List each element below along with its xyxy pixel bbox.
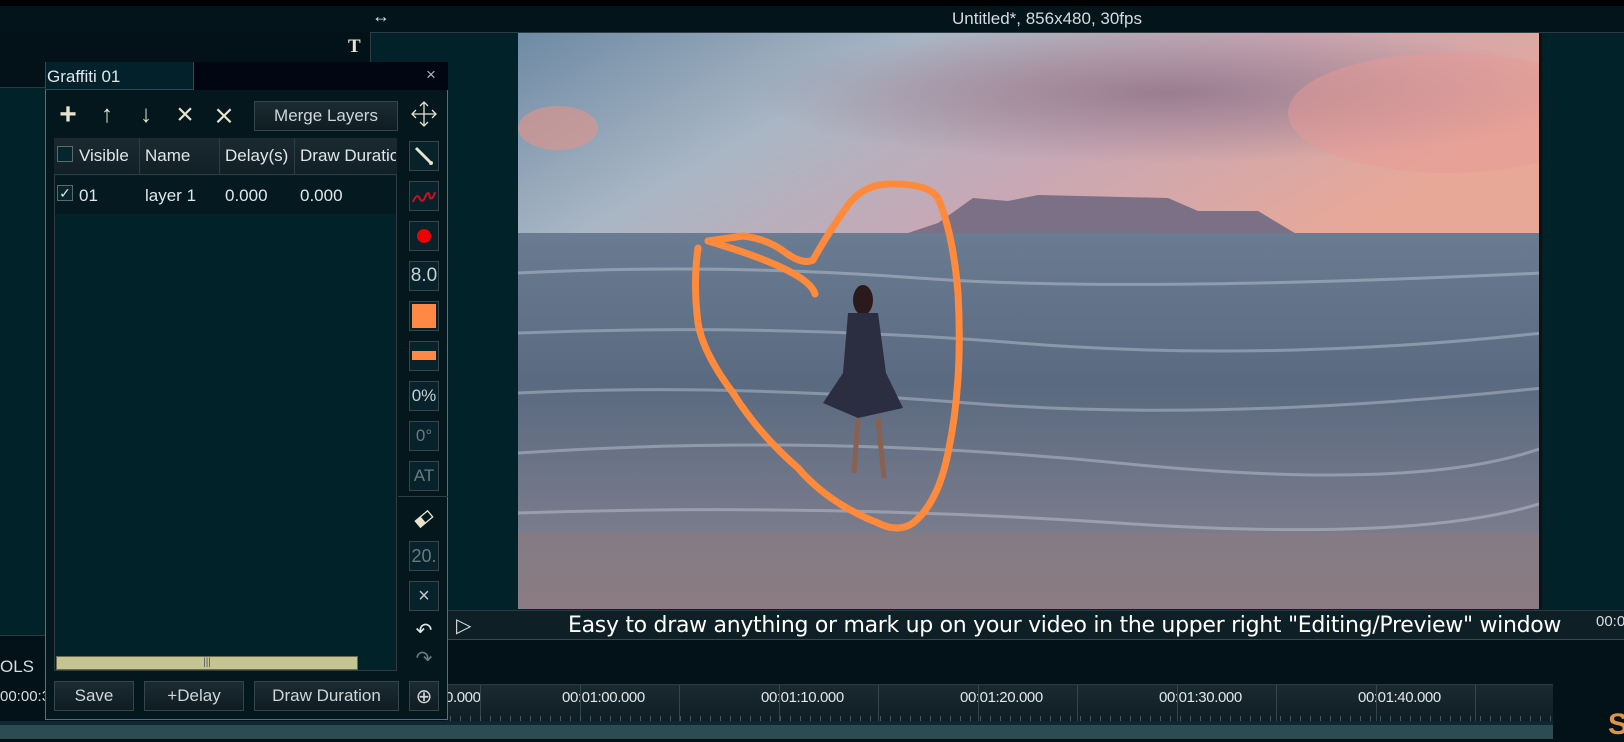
timeline-track[interactable] bbox=[0, 721, 1553, 739]
column-visible[interactable]: Visible bbox=[79, 146, 129, 166]
timeline-tick-label: 00:01:10.000 bbox=[761, 689, 844, 706]
delete-layer-icon[interactable]: × bbox=[170, 98, 200, 132]
timeline-major-tick bbox=[878, 685, 879, 722]
auto-text-field[interactable]: AT bbox=[409, 461, 439, 491]
undo-icon[interactable]: ↶ bbox=[409, 618, 439, 648]
column-delay[interactable]: Delay(s) bbox=[225, 146, 288, 166]
line-stroke bbox=[412, 191, 436, 203]
timeline-tick-label: 00:01:30.000 bbox=[1159, 689, 1242, 706]
timeline-tick-label: 00:01:20.000 bbox=[960, 689, 1043, 706]
cloud-left bbox=[518, 106, 598, 150]
freehand-line-icon[interactable] bbox=[409, 181, 439, 211]
move-down-icon[interactable]: ↓ bbox=[131, 98, 161, 132]
close-icon[interactable]: × bbox=[426, 65, 436, 85]
timeline-major-tick bbox=[1475, 685, 1476, 722]
tools-label: OLS bbox=[0, 657, 35, 676]
timeline-tick-label: 0.000 bbox=[445, 689, 481, 706]
timeline-tick-label: 00:01:40.000 bbox=[1358, 689, 1441, 706]
color-fill bbox=[412, 304, 436, 328]
draw-duration-button[interactable]: Draw Duration bbox=[254, 681, 399, 711]
rotation-field[interactable]: 0° bbox=[409, 421, 439, 451]
stroke-color-swatch[interactable] bbox=[409, 301, 439, 331]
text-tool-icon[interactable]: T bbox=[348, 36, 361, 58]
sand bbox=[518, 533, 1539, 609]
video-frame bbox=[518, 33, 1539, 609]
graffiti-tab-label: Graffiti 01 bbox=[47, 67, 121, 86]
timeline-major-tick bbox=[1077, 685, 1078, 722]
caption-text: Easy to draw anything or mark up on your… bbox=[568, 613, 1562, 638]
eraser-icon[interactable] bbox=[409, 505, 439, 535]
move-icon[interactable] bbox=[410, 100, 438, 128]
dot-color-icon[interactable] bbox=[409, 221, 439, 251]
add-layer-icon[interactable]: + bbox=[53, 98, 83, 132]
line-style-swatch[interactable] bbox=[409, 341, 439, 371]
brush-size-field[interactable]: 8.0 bbox=[409, 261, 439, 291]
panel-tab-strip bbox=[194, 62, 448, 90]
timeline-major-tick bbox=[1276, 685, 1277, 722]
select-all-checkbox[interactable] bbox=[57, 146, 73, 162]
add-circle-icon[interactable]: ⊕ bbox=[409, 681, 439, 711]
opacity-field[interactable]: 0% bbox=[409, 381, 439, 411]
timeline-major-tick bbox=[1177, 685, 1178, 722]
left-panel bbox=[0, 87, 45, 635]
layer-name: layer 1 bbox=[145, 186, 197, 205]
horizontal-scrollbar[interactable]: ||| bbox=[56, 656, 358, 670]
column-separator bbox=[294, 138, 295, 175]
add-delay-button[interactable]: +Delay bbox=[144, 681, 244, 711]
project-title: Untitled*, 856x480, 30fps bbox=[952, 9, 1142, 28]
resize-horizontal-icon[interactable]: ↔ bbox=[372, 6, 390, 27]
layers-table bbox=[54, 138, 397, 671]
redo-icon[interactable]: ↷ bbox=[409, 646, 439, 676]
save-button[interactable]: Save bbox=[54, 681, 134, 711]
move-up-icon[interactable]: ↑ bbox=[92, 98, 122, 132]
timeline-major-tick bbox=[1376, 685, 1377, 722]
timeline-tick-label: 00:01:00.000 bbox=[562, 689, 645, 706]
right-timecode: 00:0 bbox=[1596, 613, 1624, 630]
layer-delay: 0.000 bbox=[225, 186, 268, 205]
column-separator bbox=[219, 138, 220, 175]
clear-icon[interactable]: × bbox=[409, 581, 439, 611]
side-divider bbox=[398, 496, 448, 497]
video-preview[interactable] bbox=[518, 33, 1542, 609]
column-separator bbox=[139, 138, 140, 175]
brush-icon[interactable] bbox=[409, 141, 439, 171]
visible-checkbox[interactable]: ✓ bbox=[57, 185, 73, 201]
eraser-size-field[interactable]: 20. bbox=[409, 541, 439, 571]
left-timecode: 00:00:3 bbox=[0, 688, 51, 705]
layer-id: 01 bbox=[79, 186, 98, 205]
delete-all-layers-icon[interactable]: ⨯ bbox=[209, 98, 239, 132]
column-name[interactable]: Name bbox=[145, 146, 190, 166]
timeline-major-tick bbox=[978, 685, 979, 722]
merge-layers-button[interactable]: Merge Layers bbox=[254, 101, 398, 131]
line-style-fill bbox=[412, 351, 436, 360]
play-icon[interactable]: ▷ bbox=[456, 613, 471, 638]
layer-draw-duration: 0.000 bbox=[300, 186, 343, 205]
corner-letter: S bbox=[1608, 708, 1624, 741]
timeline-ruler[interactable]: 0.000 00:01:00.000 00:01:10.000 00:01:20.00… bbox=[445, 684, 1553, 722]
column-draw-duration[interactable]: Draw Duratio bbox=[300, 146, 396, 166]
